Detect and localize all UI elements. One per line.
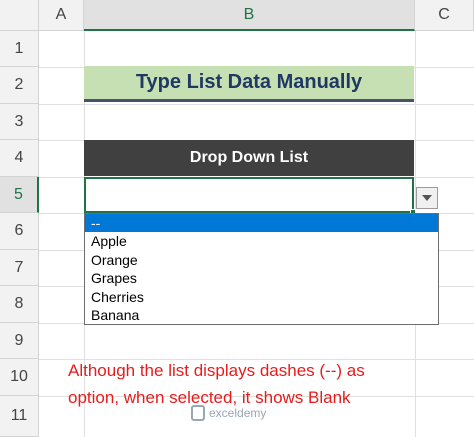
row-header-4[interactable]: 4 — [0, 140, 39, 177]
gridline — [39, 104, 474, 105]
exceldemy-logo-icon — [191, 405, 205, 421]
dropdown-list[interactable]: -- Apple Orange Grapes Cherries Banana — [84, 213, 439, 325]
title-cell[interactable]: Type List Data Manually — [84, 66, 414, 102]
watermark-text: exceldemy — [209, 406, 267, 420]
dropdown-arrow-icon — [422, 195, 432, 201]
watermark: exceldemy — [191, 405, 266, 421]
row-header-10[interactable]: 10 — [0, 359, 39, 396]
dropdown-item-banana[interactable]: Banana — [85, 306, 438, 324]
select-all-corner[interactable] — [0, 0, 39, 31]
column-header-c[interactable]: C — [415, 0, 474, 31]
active-cell-b5[interactable] — [84, 177, 414, 213]
gridline — [39, 359, 474, 360]
dropdown-item-orange[interactable]: Orange — [85, 251, 438, 269]
row-header-1[interactable]: 1 — [0, 31, 39, 67]
row-header-3[interactable]: 3 — [0, 104, 39, 140]
row-header-9[interactable]: 9 — [0, 323, 39, 359]
dropdown-item-cherries[interactable]: Cherries — [85, 288, 438, 306]
row-header-5[interactable]: 5 — [0, 177, 39, 213]
dropdown-button[interactable] — [416, 187, 438, 209]
row-header-8[interactable]: 8 — [0, 286, 39, 323]
row-header-7[interactable]: 7 — [0, 250, 39, 286]
row-header-2[interactable]: 2 — [0, 67, 39, 104]
header-cell[interactable]: Drop Down List — [84, 140, 414, 176]
row-header-11[interactable]: 11 — [0, 396, 39, 437]
column-header-a[interactable]: A — [39, 0, 84, 31]
dropdown-item-apple[interactable]: Apple — [85, 232, 438, 250]
note-line-1: Although the list displays dashes (--) a… — [68, 361, 365, 380]
dropdown-item-dashes[interactable]: -- — [85, 214, 438, 233]
row-header-6[interactable]: 6 — [0, 213, 39, 250]
column-header-b[interactable]: B — [84, 0, 415, 31]
dropdown-item-grapes[interactable]: Grapes — [85, 269, 438, 287]
